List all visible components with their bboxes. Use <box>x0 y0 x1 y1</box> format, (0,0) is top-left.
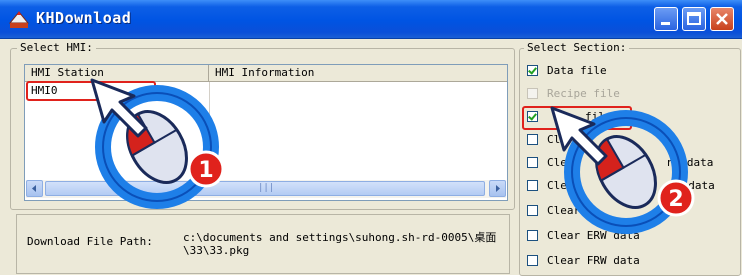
clear-erw-label: Clear ERW data <box>547 229 640 242</box>
section-item-7[interactable]: Clear <box>527 203 637 219</box>
minimize-button[interactable] <box>654 7 678 31</box>
section-clear-erw-data[interactable]: Clear ERW data <box>527 228 667 244</box>
scrollbar-thumb[interactable]: ||| <box>45 181 485 196</box>
maximize-icon <box>687 12 701 25</box>
download-path-panel: Download File Path: c:\documents and set… <box>16 214 510 274</box>
scroll-left-icon <box>32 185 36 192</box>
hmi0-highlight-box <box>26 81 156 101</box>
close-icon <box>716 13 728 25</box>
section-checkbox-5[interactable] <box>527 157 538 168</box>
section-data-file[interactable]: Data file <box>527 63 637 79</box>
scroll-right-icon <box>496 185 500 192</box>
scrollbar-grip: ||| <box>258 183 275 193</box>
clear-frw-checkbox[interactable] <box>527 255 538 266</box>
horizontal-scrollbar[interactable]: ||| <box>26 180 506 198</box>
window-title: KHDownload <box>36 9 132 27</box>
section-recipe-file: Recipe file <box>527 86 637 102</box>
close-button[interactable] <box>710 7 734 31</box>
section-item-5[interactable]: Cle nt data <box>527 155 737 171</box>
recipe-file-checkbox <box>527 88 538 99</box>
section-label-7: Clear <box>547 204 581 217</box>
khdownload-window: KHDownload Select HMI: HMI Station HMI I… <box>0 0 742 276</box>
hmi-information-cell <box>209 83 513 99</box>
section-checkbox-7[interactable] <box>527 205 538 216</box>
maximize-button[interactable] <box>682 7 706 31</box>
section-clear-frw-data[interactable]: Clear FRW data <box>527 253 667 269</box>
clear-erw-checkbox[interactable] <box>527 230 538 241</box>
scroll-right-button[interactable] <box>489 180 506 197</box>
section-checkbox-4[interactable] <box>527 134 538 145</box>
app-icon <box>8 11 30 28</box>
column-hmi-station[interactable]: HMI Station <box>25 65 209 81</box>
section-label-6-tail: d data <box>675 179 715 192</box>
section-item-4[interactable]: Cl <box>527 132 637 148</box>
section-highlight-box <box>522 106 632 130</box>
scroll-left-button[interactable] <box>26 180 43 197</box>
section-label-4: Cl <box>547 133 561 146</box>
select-hmi-label: Select HMI: <box>17 41 96 54</box>
section-checkbox-6[interactable] <box>527 180 538 191</box>
title-bar[interactable]: KHDownload <box>0 0 742 39</box>
section-label-5-tail: nt data <box>667 156 714 169</box>
clear-frw-label: Clear FRW data <box>547 254 640 267</box>
minimize-icon <box>661 22 670 25</box>
recipe-file-label: Recipe file <box>547 87 620 100</box>
data-file-checkbox[interactable] <box>527 65 538 76</box>
data-file-label: Data file <box>547 64 607 77</box>
section-item-6[interactable]: Cle d data <box>527 178 737 194</box>
select-section-label: Select Section: <box>524 41 630 54</box>
column-hmi-information[interactable]: HMI Information <box>209 65 507 81</box>
section-label-5: Cle <box>547 156 567 169</box>
hmi-list-header: HMI Station HMI Information <box>25 65 507 82</box>
download-path-label: Download File Path: <box>27 235 153 248</box>
download-path-value: c:\documents and settings\suhong.sh-rd-0… <box>183 231 497 257</box>
section-label-6: Cle <box>547 179 567 192</box>
